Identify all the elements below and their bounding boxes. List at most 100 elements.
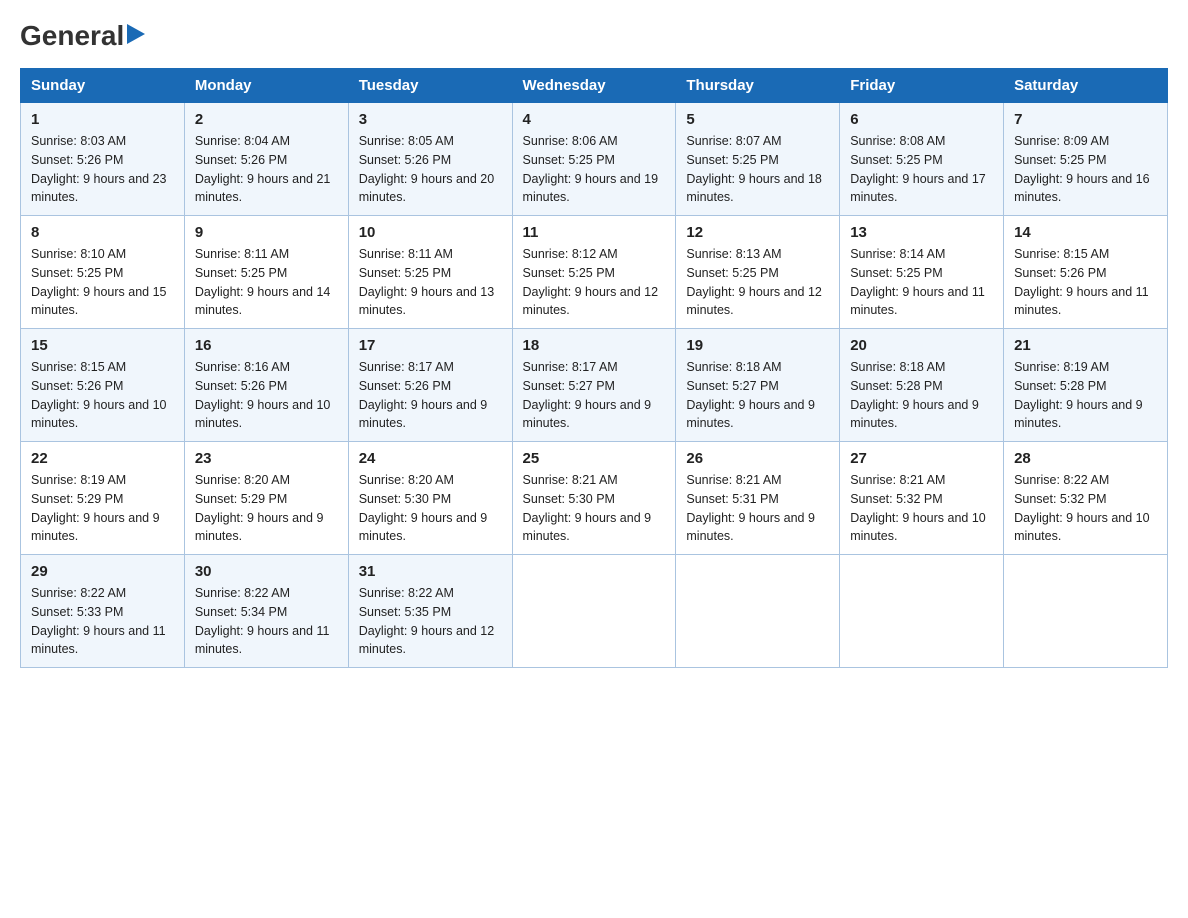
- week-row-1: 1 Sunrise: 8:03 AMSunset: 5:26 PMDayligh…: [21, 103, 1168, 216]
- day-number: 28: [1014, 450, 1157, 467]
- logo-arrow-icon: [127, 24, 145, 49]
- day-number: 31: [359, 563, 502, 580]
- day-cell: 25 Sunrise: 8:21 AMSunset: 5:30 PMDaylig…: [512, 442, 676, 555]
- day-cell: 22 Sunrise: 8:19 AMSunset: 5:29 PMDaylig…: [21, 442, 185, 555]
- day-info: Sunrise: 8:07 AMSunset: 5:25 PMDaylight:…: [686, 134, 822, 204]
- week-row-2: 8 Sunrise: 8:10 AMSunset: 5:25 PMDayligh…: [21, 216, 1168, 329]
- day-info: Sunrise: 8:12 AMSunset: 5:25 PMDaylight:…: [523, 247, 659, 317]
- week-row-5: 29 Sunrise: 8:22 AMSunset: 5:33 PMDaylig…: [21, 555, 1168, 668]
- day-number: 24: [359, 450, 502, 467]
- day-number: 10: [359, 224, 502, 241]
- day-cell: 21 Sunrise: 8:19 AMSunset: 5:28 PMDaylig…: [1004, 329, 1168, 442]
- day-cell: 2 Sunrise: 8:04 AMSunset: 5:26 PMDayligh…: [184, 103, 348, 216]
- day-cell: 12 Sunrise: 8:13 AMSunset: 5:25 PMDaylig…: [676, 216, 840, 329]
- day-cell: [1004, 555, 1168, 668]
- day-cell: 26 Sunrise: 8:21 AMSunset: 5:31 PMDaylig…: [676, 442, 840, 555]
- day-cell: 20 Sunrise: 8:18 AMSunset: 5:28 PMDaylig…: [840, 329, 1004, 442]
- day-info: Sunrise: 8:11 AMSunset: 5:25 PMDaylight:…: [359, 247, 495, 317]
- header-thursday: Thursday: [676, 69, 840, 103]
- day-cell: 31 Sunrise: 8:22 AMSunset: 5:35 PMDaylig…: [348, 555, 512, 668]
- day-cell: 1 Sunrise: 8:03 AMSunset: 5:26 PMDayligh…: [21, 103, 185, 216]
- day-info: Sunrise: 8:22 AMSunset: 5:34 PMDaylight:…: [195, 586, 330, 656]
- day-number: 27: [850, 450, 993, 467]
- day-number: 23: [195, 450, 338, 467]
- day-info: Sunrise: 8:19 AMSunset: 5:29 PMDaylight:…: [31, 473, 160, 543]
- day-cell: 14 Sunrise: 8:15 AMSunset: 5:26 PMDaylig…: [1004, 216, 1168, 329]
- calendar-header-row: SundayMondayTuesdayWednesdayThursdayFrid…: [21, 69, 1168, 103]
- day-cell: 13 Sunrise: 8:14 AMSunset: 5:25 PMDaylig…: [840, 216, 1004, 329]
- day-number: 9: [195, 224, 338, 241]
- day-cell: 4 Sunrise: 8:06 AMSunset: 5:25 PMDayligh…: [512, 103, 676, 216]
- day-info: Sunrise: 8:13 AMSunset: 5:25 PMDaylight:…: [686, 247, 822, 317]
- day-info: Sunrise: 8:17 AMSunset: 5:27 PMDaylight:…: [523, 360, 652, 430]
- day-cell: 7 Sunrise: 8:09 AMSunset: 5:25 PMDayligh…: [1004, 103, 1168, 216]
- logo-general-text: General: [20, 20, 124, 52]
- day-cell: 17 Sunrise: 8:17 AMSunset: 5:26 PMDaylig…: [348, 329, 512, 442]
- day-info: Sunrise: 8:21 AMSunset: 5:30 PMDaylight:…: [523, 473, 652, 543]
- day-info: Sunrise: 8:21 AMSunset: 5:31 PMDaylight:…: [686, 473, 815, 543]
- day-number: 21: [1014, 337, 1157, 354]
- day-cell: 15 Sunrise: 8:15 AMSunset: 5:26 PMDaylig…: [21, 329, 185, 442]
- day-cell: 6 Sunrise: 8:08 AMSunset: 5:25 PMDayligh…: [840, 103, 1004, 216]
- day-number: 26: [686, 450, 829, 467]
- day-info: Sunrise: 8:22 AMSunset: 5:32 PMDaylight:…: [1014, 473, 1150, 543]
- day-number: 12: [686, 224, 829, 241]
- day-cell: 5 Sunrise: 8:07 AMSunset: 5:25 PMDayligh…: [676, 103, 840, 216]
- day-cell: 27 Sunrise: 8:21 AMSunset: 5:32 PMDaylig…: [840, 442, 1004, 555]
- day-cell: 9 Sunrise: 8:11 AMSunset: 5:25 PMDayligh…: [184, 216, 348, 329]
- day-cell: 19 Sunrise: 8:18 AMSunset: 5:27 PMDaylig…: [676, 329, 840, 442]
- day-info: Sunrise: 8:10 AMSunset: 5:25 PMDaylight:…: [31, 247, 167, 317]
- calendar-table: SundayMondayTuesdayWednesdayThursdayFrid…: [20, 68, 1168, 668]
- day-info: Sunrise: 8:15 AMSunset: 5:26 PMDaylight:…: [31, 360, 167, 430]
- day-info: Sunrise: 8:18 AMSunset: 5:28 PMDaylight:…: [850, 360, 979, 430]
- day-number: 11: [523, 224, 666, 241]
- day-cell: 29 Sunrise: 8:22 AMSunset: 5:33 PMDaylig…: [21, 555, 185, 668]
- day-info: Sunrise: 8:11 AMSunset: 5:25 PMDaylight:…: [195, 247, 331, 317]
- day-cell: [676, 555, 840, 668]
- day-info: Sunrise: 8:06 AMSunset: 5:25 PMDaylight:…: [523, 134, 659, 204]
- day-info: Sunrise: 8:16 AMSunset: 5:26 PMDaylight:…: [195, 360, 331, 430]
- day-info: Sunrise: 8:20 AMSunset: 5:30 PMDaylight:…: [359, 473, 488, 543]
- day-number: 4: [523, 111, 666, 128]
- day-info: Sunrise: 8:19 AMSunset: 5:28 PMDaylight:…: [1014, 360, 1143, 430]
- day-cell: 10 Sunrise: 8:11 AMSunset: 5:25 PMDaylig…: [348, 216, 512, 329]
- day-cell: 30 Sunrise: 8:22 AMSunset: 5:34 PMDaylig…: [184, 555, 348, 668]
- day-number: 16: [195, 337, 338, 354]
- header-saturday: Saturday: [1004, 69, 1168, 103]
- day-number: 6: [850, 111, 993, 128]
- day-cell: 24 Sunrise: 8:20 AMSunset: 5:30 PMDaylig…: [348, 442, 512, 555]
- day-info: Sunrise: 8:05 AMSunset: 5:26 PMDaylight:…: [359, 134, 495, 204]
- day-number: 19: [686, 337, 829, 354]
- day-number: 7: [1014, 111, 1157, 128]
- day-number: 13: [850, 224, 993, 241]
- header-friday: Friday: [840, 69, 1004, 103]
- day-cell: 16 Sunrise: 8:16 AMSunset: 5:26 PMDaylig…: [184, 329, 348, 442]
- day-info: Sunrise: 8:20 AMSunset: 5:29 PMDaylight:…: [195, 473, 324, 543]
- day-number: 3: [359, 111, 502, 128]
- header-wednesday: Wednesday: [512, 69, 676, 103]
- day-number: 18: [523, 337, 666, 354]
- header-sunday: Sunday: [21, 69, 185, 103]
- day-number: 29: [31, 563, 174, 580]
- logo: General: [20, 20, 147, 48]
- day-number: 14: [1014, 224, 1157, 241]
- day-cell: 18 Sunrise: 8:17 AMSunset: 5:27 PMDaylig…: [512, 329, 676, 442]
- page-header: General: [20, 20, 1168, 48]
- day-info: Sunrise: 8:22 AMSunset: 5:35 PMDaylight:…: [359, 586, 495, 656]
- day-number: 5: [686, 111, 829, 128]
- day-info: Sunrise: 8:15 AMSunset: 5:26 PMDaylight:…: [1014, 247, 1149, 317]
- day-cell: [512, 555, 676, 668]
- day-number: 22: [31, 450, 174, 467]
- day-info: Sunrise: 8:09 AMSunset: 5:25 PMDaylight:…: [1014, 134, 1150, 204]
- week-row-3: 15 Sunrise: 8:15 AMSunset: 5:26 PMDaylig…: [21, 329, 1168, 442]
- header-monday: Monday: [184, 69, 348, 103]
- header-tuesday: Tuesday: [348, 69, 512, 103]
- day-info: Sunrise: 8:21 AMSunset: 5:32 PMDaylight:…: [850, 473, 986, 543]
- day-number: 1: [31, 111, 174, 128]
- day-cell: 8 Sunrise: 8:10 AMSunset: 5:25 PMDayligh…: [21, 216, 185, 329]
- day-info: Sunrise: 8:14 AMSunset: 5:25 PMDaylight:…: [850, 247, 985, 317]
- day-cell: [840, 555, 1004, 668]
- day-number: 30: [195, 563, 338, 580]
- day-info: Sunrise: 8:22 AMSunset: 5:33 PMDaylight:…: [31, 586, 166, 656]
- day-number: 15: [31, 337, 174, 354]
